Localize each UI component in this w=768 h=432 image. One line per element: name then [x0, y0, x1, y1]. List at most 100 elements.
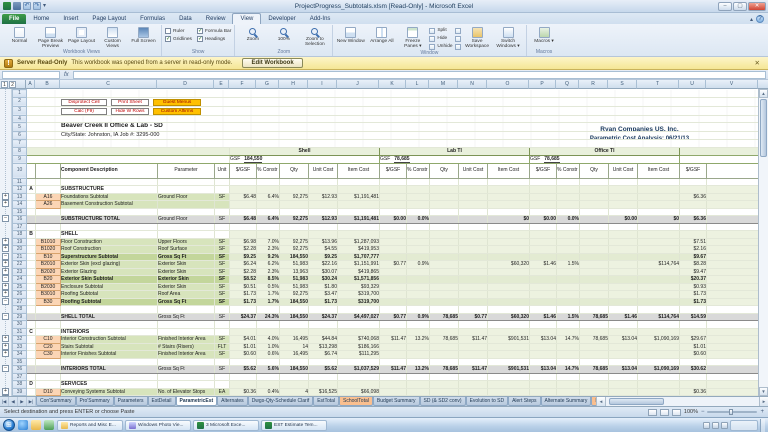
gsf-total-cell[interactable] [680, 328, 707, 336]
gsf-lab-ti[interactable]: GSF78,685 [380, 155, 530, 163]
value-cell[interactable] [580, 186, 609, 194]
section-letter[interactable]: D [27, 381, 36, 389]
column-letter[interactable]: C [60, 80, 157, 89]
info-row[interactable]: City/State: Johnston, IA Job #: 3295-000… [27, 132, 759, 140]
value-cell[interactable] [407, 178, 430, 186]
value-cell[interactable] [430, 186, 459, 194]
value-cell[interactable] [407, 358, 430, 366]
expand-group-button[interactable]: + [2, 260, 9, 267]
value-cell[interactable] [338, 358, 380, 366]
value-cell[interactable] [280, 186, 309, 194]
parameter[interactable] [158, 208, 215, 216]
component-description[interactable]: Interior Construction Subtotal [61, 336, 158, 344]
value-cell[interactable] [488, 351, 530, 359]
value-cell[interactable] [309, 208, 338, 216]
value-cell[interactable] [230, 223, 257, 231]
section-letter[interactable] [27, 261, 36, 269]
header-blank-row[interactable] [27, 115, 759, 123]
header-blank-row[interactable] [27, 90, 759, 98]
parameter[interactable] [158, 223, 215, 231]
row-number[interactable]: 36 [13, 366, 27, 374]
value-cell[interactable]: 92,275 [280, 238, 309, 246]
header-qty[interactable]: Qty [430, 163, 459, 178]
gsf-total-cell[interactable] [680, 178, 707, 186]
expand-group-button[interactable]: + [2, 343, 9, 350]
window-button-view-side-by-side[interactable] [455, 27, 461, 34]
value-cell[interactable]: $4.01 [230, 336, 257, 344]
unit[interactable]: SF [215, 313, 230, 321]
value-cell[interactable] [488, 306, 530, 314]
component-code[interactable]: B2010 [36, 261, 61, 269]
parameter[interactable] [158, 186, 215, 194]
component-description[interactable]: SUBSTRUCTURE TOTAL [61, 216, 158, 224]
show-desktop-button[interactable] [760, 419, 765, 432]
gsf-total-cell[interactable]: $29.67 [680, 336, 707, 344]
ribbon-tab-file[interactable]: File [2, 14, 26, 24]
section-letter[interactable] [27, 388, 36, 396]
value-cell[interactable]: 14.7% [557, 336, 580, 344]
value-cell[interactable] [459, 388, 488, 396]
value-cell[interactable] [638, 201, 680, 209]
value-cell[interactable] [557, 358, 580, 366]
value-cell[interactable] [580, 351, 609, 359]
component-description[interactable]: INTERIORS [61, 328, 158, 336]
value-cell[interactable] [580, 328, 609, 336]
column-letter[interactable]: L [406, 80, 429, 89]
value-cell[interactable] [459, 186, 488, 194]
value-cell[interactable]: 51,983 [280, 283, 309, 291]
value-cell[interactable] [530, 373, 557, 381]
value-cell[interactable] [407, 306, 430, 314]
value-cell[interactable] [430, 276, 459, 284]
gsf-total-cell[interactable]: $0.93 [680, 283, 707, 291]
gsf-total-cell[interactable]: $8.28 [680, 261, 707, 269]
value-cell[interactable] [459, 328, 488, 336]
value-cell[interactable]: $0 [488, 216, 530, 224]
value-cell[interactable] [638, 306, 680, 314]
control-button-hide-w-rows[interactable]: Hide W Rows [111, 108, 149, 115]
value-cell[interactable] [230, 186, 257, 194]
value-cell[interactable]: $2.28 [230, 268, 257, 276]
value-cell[interactable]: $12.93 [309, 193, 338, 201]
section-letter[interactable] [27, 306, 36, 314]
gsf-total-cell[interactable] [680, 208, 707, 216]
component-code[interactable]: B1020 [36, 246, 61, 254]
value-cell[interactable] [407, 253, 430, 261]
value-cell[interactable] [280, 208, 309, 216]
value-cell[interactable] [338, 178, 380, 186]
value-cell[interactable] [459, 306, 488, 314]
column-letter[interactable]: N [458, 80, 487, 89]
unit[interactable]: SF [215, 276, 230, 284]
column-letter[interactable]: F [229, 80, 256, 89]
value-cell[interactable] [430, 283, 459, 291]
unit[interactable]: SF [215, 336, 230, 344]
value-cell[interactable] [609, 231, 638, 239]
value-cell[interactable] [280, 358, 309, 366]
value-cell[interactable] [430, 253, 459, 261]
filler-cell[interactable] [707, 298, 759, 306]
row-number[interactable]: 18 [13, 231, 27, 239]
value-cell[interactable] [380, 298, 407, 306]
component-code[interactable] [36, 186, 61, 194]
value-cell[interactable]: $12.93 [309, 216, 338, 224]
value-cell[interactable]: 1.0% [257, 343, 280, 351]
header-parameter[interactable]: Parameter [158, 163, 215, 178]
explorer-icon[interactable] [31, 420, 41, 430]
clock[interactable] [730, 420, 758, 431]
redo-icon[interactable]: ↷ [33, 2, 41, 10]
column-letter[interactable]: Q [556, 80, 579, 89]
value-cell[interactable] [580, 246, 609, 254]
value-cell[interactable] [638, 343, 680, 351]
value-cell[interactable]: $1.46 [530, 313, 557, 321]
gsf-total-cell[interactable] [680, 231, 707, 239]
value-cell[interactable] [488, 231, 530, 239]
value-cell[interactable] [638, 328, 680, 336]
value-cell[interactable] [609, 358, 638, 366]
value-cell[interactable] [580, 238, 609, 246]
ribbon-tab-developer[interactable]: Developer [261, 14, 302, 24]
taskbar-button-windows-photo-vie[interactable]: Windows Photo Vie... [125, 420, 191, 431]
header-component-description[interactable]: Component Description [61, 163, 158, 178]
value-cell[interactable] [309, 306, 338, 314]
vertical-scroll-thumb[interactable] [760, 99, 767, 157]
column-letter[interactable]: D [157, 80, 214, 89]
filler-cell[interactable] [707, 351, 759, 359]
